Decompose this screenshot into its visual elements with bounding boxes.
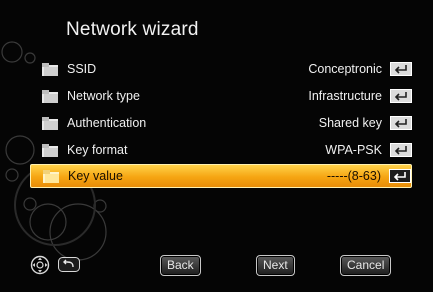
page-title: Network wizard xyxy=(66,19,199,40)
setting-label: Network type xyxy=(67,89,140,103)
key-value-input[interactable]: -----(8-63) xyxy=(327,169,381,183)
setting-row-authentication[interactable]: Authentication Shared key xyxy=(40,112,412,134)
setting-label: Authentication xyxy=(67,116,147,130)
setting-row-network-type[interactable]: Network type Infrastructure xyxy=(40,85,412,107)
return-icon[interactable] xyxy=(58,257,80,277)
folder-icon xyxy=(41,167,61,185)
enter-key-icon[interactable] xyxy=(390,89,412,104)
folder-icon xyxy=(40,141,60,159)
bottom-bar: Back Next Cancel xyxy=(0,255,433,277)
dpad-icon xyxy=(30,255,50,280)
enter-key-icon[interactable] xyxy=(389,169,411,184)
back-button[interactable]: Back xyxy=(160,255,201,276)
folder-icon xyxy=(40,60,60,78)
folder-icon xyxy=(40,87,60,105)
setting-value: WPA-PSK xyxy=(325,143,382,157)
cancel-button[interactable]: Cancel xyxy=(340,255,392,276)
next-button[interactable]: Next xyxy=(256,255,295,276)
enter-key-icon[interactable] xyxy=(390,62,412,77)
setting-value: Conceptronic xyxy=(308,62,382,76)
setting-value: Shared key xyxy=(318,116,382,130)
enter-key-icon[interactable] xyxy=(390,116,412,131)
network-wizard-screen: Network wizard SSID Conceptronic Network… xyxy=(0,0,433,292)
setting-label: SSID xyxy=(67,62,97,76)
setting-label: Key format xyxy=(67,143,128,157)
setting-row-key-value[interactable]: Key value -----(8-63) xyxy=(30,164,412,188)
setting-row-key-format[interactable]: Key format WPA-PSK xyxy=(40,139,412,161)
folder-icon xyxy=(40,114,60,132)
setting-label: Key value xyxy=(68,169,123,183)
setting-row-ssid[interactable]: SSID Conceptronic xyxy=(40,58,412,80)
enter-key-icon[interactable] xyxy=(390,143,412,158)
setting-value: Infrastructure xyxy=(308,89,382,103)
